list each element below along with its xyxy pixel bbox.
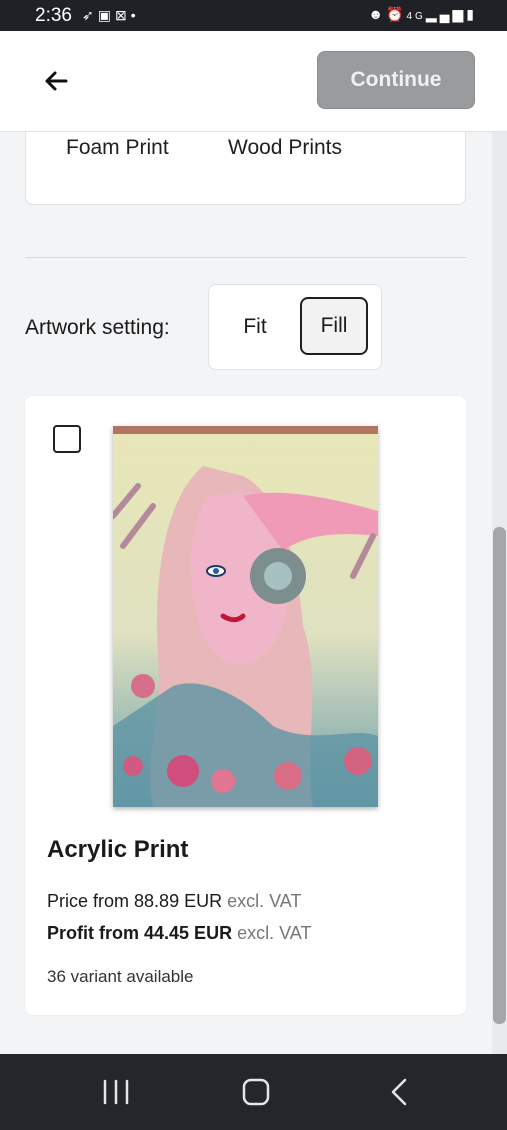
- profit-prefix: Profit from: [47, 923, 139, 943]
- material-option-wood[interactable]: Wood Prints: [228, 136, 342, 160]
- scrollbar-thumb[interactable]: [493, 527, 506, 1024]
- status-left-icons: ➶▣⊠•: [82, 7, 140, 24]
- alarm-icon: ⏰: [386, 6, 407, 22]
- divider: [25, 257, 466, 258]
- dot-icon: •: [130, 7, 140, 23]
- rocket-icon: ➶: [82, 7, 98, 23]
- variants-count: 36 variant available: [47, 967, 194, 986]
- product-title: Acrylic Print: [47, 836, 189, 863]
- status-bar: 2:36 ➶▣⊠• ☻⏰4G▂▄▆▮: [0, 0, 507, 31]
- profit-suffix: excl. VAT: [237, 923, 312, 943]
- profit-value: 44.45 EUR: [144, 923, 233, 943]
- main-content[interactable]: Foam Print Wood Prints Artwork setting: …: [0, 132, 492, 1054]
- continue-button[interactable]: Continue: [317, 51, 475, 109]
- artwork-preview-image: [113, 426, 378, 807]
- signal-icon: ▂▄▆: [425, 6, 467, 22]
- back-icon: [391, 1078, 407, 1106]
- price-line: Price from 88.89 EUR excl. VAT: [47, 891, 301, 912]
- system-back-button[interactable]: [380, 1076, 420, 1108]
- outlook-icon: ⊠: [114, 7, 131, 23]
- fit-option[interactable]: Fit: [221, 300, 289, 354]
- artwork-setting-toggle: Fit Fill: [208, 284, 382, 370]
- profit-line: Profit from 44.45 EUR excl. VAT: [47, 923, 311, 944]
- status-right-icons: ☻⏰4G▂▄▆▮: [368, 6, 477, 23]
- material-option-foam[interactable]: Foam Print: [66, 136, 169, 160]
- artwork-setting-label: Artwork setting:: [25, 316, 170, 339]
- recent-apps-icon: [103, 1079, 129, 1105]
- price-prefix: Price from: [47, 891, 130, 911]
- product-card[interactable]: Acrylic Print Price from 88.89 EUR excl.…: [25, 396, 466, 1015]
- home-button[interactable]: [236, 1076, 276, 1108]
- top-bar: Continue: [0, 31, 507, 132]
- system-nav-bar: [0, 1054, 507, 1130]
- price-value: 88.89 EUR: [134, 891, 223, 911]
- material-options-card: Foam Print Wood Prints: [25, 132, 466, 205]
- arrow-left-icon: [45, 71, 68, 91]
- product-checkbox[interactable]: [53, 425, 81, 453]
- price-suffix: excl. VAT: [227, 891, 302, 911]
- face-icon: ☻: [368, 6, 387, 22]
- back-button[interactable]: [40, 65, 76, 97]
- recent-apps-button[interactable]: [96, 1076, 136, 1108]
- 4g-icon: 4G: [406, 11, 426, 22]
- image-icon: ▣: [97, 7, 115, 23]
- fill-option[interactable]: Fill: [300, 297, 368, 355]
- home-icon: [242, 1078, 270, 1106]
- status-time: 2:36: [35, 5, 72, 26]
- battery-icon: ▮: [466, 6, 477, 22]
